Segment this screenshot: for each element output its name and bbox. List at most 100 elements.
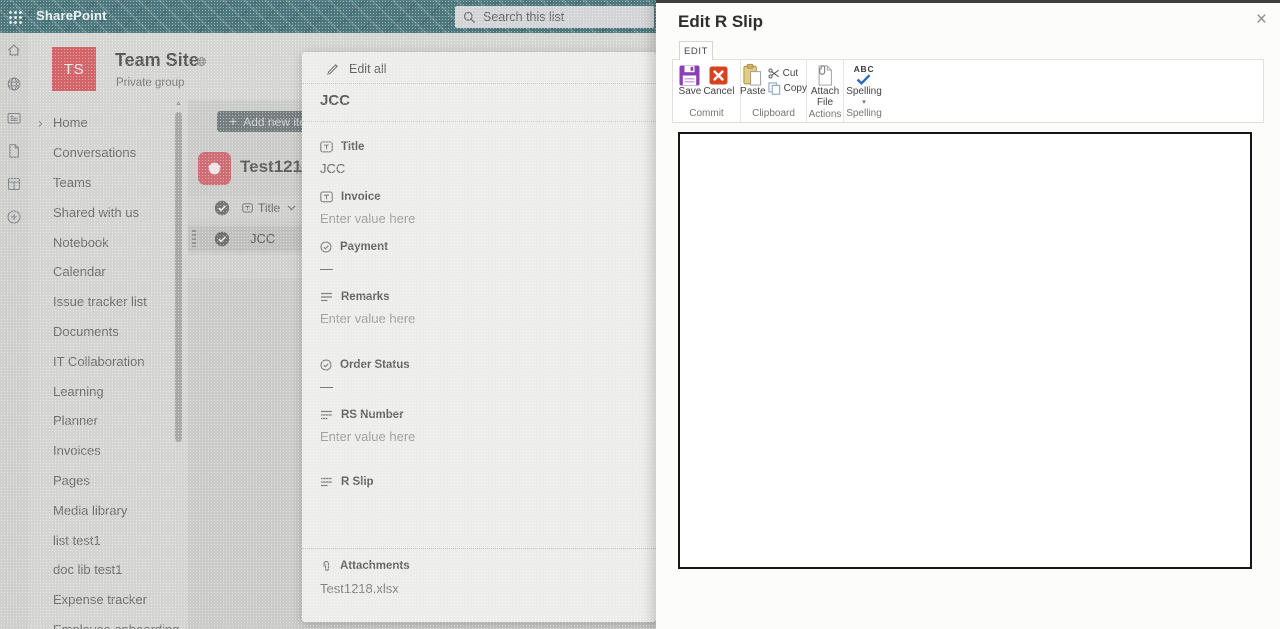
document-icon[interactable] — [6, 143, 22, 159]
sidebar-item-calendar[interactable]: Calendar — [28, 257, 188, 287]
field-payment-value[interactable]: — — [320, 261, 642, 276]
field-r-slip: R Slip — [320, 475, 642, 496]
ribbon-group-clipboard: Paste Cut Copy Clipboard — [740, 60, 807, 122]
sidebar-item-teams[interactable]: Teams — [28, 168, 188, 198]
sidebar-item-invoices[interactable]: Invoices — [28, 436, 188, 466]
item-heading: JCC — [320, 92, 351, 109]
item-detail-panel: Edit all JCC Title JCC Invoice Enter val… — [302, 52, 656, 622]
home-icon[interactable] — [6, 42, 22, 58]
copy-icon — [768, 82, 781, 95]
globe-icon[interactable] — [6, 76, 22, 92]
ribbon-group-spelling: ABC Spelling ▾ Spelling — [844, 60, 884, 122]
group-label-actions: Actions — [808, 109, 842, 120]
app-launcher-icon[interactable] — [8, 10, 22, 24]
edit-r-slip-dialog: Edit R Slip × EDIT Save Cancel Commit Pa… — [656, 0, 1280, 629]
site-title[interactable]: Team Site — [115, 50, 199, 71]
sidebar-item-learning[interactable]: Learning — [28, 376, 188, 406]
copy-button[interactable]: Copy — [768, 82, 807, 95]
save-button[interactable]: Save — [679, 63, 701, 107]
sidebar-item-media-library[interactable]: Media library — [28, 495, 188, 525]
sidebar-item-list-test1[interactable]: list test1 — [28, 525, 188, 555]
sidebar-item-shared-with-us[interactable]: Shared with us — [28, 197, 188, 227]
sidebar-item-documents[interactable]: Documents — [28, 317, 188, 347]
chevron-right-icon: › — [38, 114, 43, 131]
sidebar-nav: › Home Conversations Teams Shared with us… — [28, 100, 188, 629]
notebook-icon[interactable] — [6, 176, 22, 192]
ribbon-group-commit: Save Cancel Commit — [673, 60, 741, 122]
field-title-value[interactable]: JCC — [320, 161, 642, 176]
cancel-button[interactable]: Cancel — [703, 63, 734, 107]
text-field-icon — [320, 141, 333, 153]
group-label-spelling: Spelling — [846, 108, 882, 119]
screen: SharePoint Search this list TS Team Site… — [0, 0, 1280, 629]
field-order-status-value[interactable]: — — [320, 379, 642, 394]
group-label-commit: Commit — [689, 108, 724, 119]
paste-button[interactable]: Paste — [740, 63, 766, 107]
multiline-field-icon — [320, 292, 333, 303]
sidebar-item-notebook[interactable]: Notebook — [28, 227, 188, 257]
dialog-title: Edit R Slip — [678, 12, 763, 31]
site-logo[interactable]: TS — [52, 47, 96, 91]
add-icon[interactable] — [6, 209, 22, 225]
search-input[interactable]: Search this list — [455, 6, 654, 28]
rslip-editor-area[interactable] — [678, 132, 1252, 569]
dropdown-arrow-icon: ▾ — [862, 98, 866, 106]
sidebar-item-conversations[interactable]: Conversations — [28, 138, 188, 168]
close-icon[interactable]: × — [1256, 10, 1267, 29]
sidebar-item-home[interactable]: › Home — [28, 108, 188, 138]
field-invoice-input[interactable]: Enter value here — [320, 211, 642, 226]
field-remarks-input[interactable]: Enter value here — [320, 311, 642, 326]
tab-edit[interactable]: EDIT — [679, 41, 713, 60]
field-attachments: Attachments Test1218.xlsx — [320, 559, 642, 596]
news-icon[interactable] — [6, 110, 22, 126]
attachment-file-link[interactable]: Test1218.xlsx — [320, 581, 642, 596]
field-rs-number: RS Number Enter value here — [320, 408, 642, 444]
sidebar-item-issue-tracker-list[interactable]: Issue tracker list — [28, 287, 188, 317]
select-all-icon[interactable] — [214, 200, 230, 216]
spelling-icon: ABC — [854, 63, 875, 87]
sidebar-item-doc-lib-test1[interactable]: doc lib test1 — [28, 555, 188, 585]
choice-field-icon — [320, 359, 332, 371]
sidebar-item-employee-onboarding[interactable]: Employee onboarding — [28, 615, 188, 629]
chevron-down-icon — [287, 205, 296, 211]
field-invoice: Invoice Enter value here — [320, 190, 642, 226]
sidebar-item-planner[interactable]: Planner — [28, 406, 188, 436]
text-column-icon — [242, 202, 253, 213]
divider — [302, 121, 656, 122]
paste-icon — [742, 63, 763, 87]
field-remarks: Remarks Enter value here — [320, 290, 642, 326]
multiline-field-icon — [320, 410, 333, 421]
sidebar-item-expense-tracker[interactable]: Expense tracker — [28, 585, 188, 615]
plus-icon: + — [229, 113, 238, 129]
sidebar-item-pages[interactable]: Pages — [28, 466, 188, 496]
row-selected-icon[interactable] — [214, 231, 230, 247]
text-field-icon — [320, 191, 333, 203]
dialog-top-strip — [656, 0, 1280, 3]
sidebar-scrollbar[interactable] — [175, 112, 182, 442]
attach-file-icon — [815, 63, 835, 87]
field-payment: Payment — — [320, 240, 642, 276]
paperclip-icon — [320, 560, 332, 573]
search-placeholder: Search this list — [483, 10, 565, 24]
field-title: Title JCC — [320, 140, 642, 176]
field-rs-number-input[interactable]: Enter value here — [320, 429, 642, 444]
pencil-icon — [326, 63, 339, 76]
divider — [302, 548, 656, 549]
attach-file-button[interactable]: Attach File — [807, 63, 843, 108]
cancel-icon — [709, 63, 728, 87]
spelling-button[interactable]: ABC Spelling ▾ — [846, 63, 882, 107]
cut-button[interactable]: Cut — [768, 68, 807, 79]
site-members-icon — [196, 54, 207, 72]
group-label-clipboard: Clipboard — [752, 108, 795, 119]
sidebar-item-it-collaboration[interactable]: IT Collaboration — [28, 346, 188, 376]
row-title: JCC — [250, 231, 276, 246]
choice-field-icon — [320, 241, 332, 253]
drag-handle-icon[interactable] — [192, 230, 196, 247]
sharepoint-brand: SharePoint — [36, 8, 107, 23]
ribbon: Save Cancel Commit Paste Cut Copy Clipbo… — [672, 59, 1264, 123]
scrollbar-up-icon[interactable]: ▲ — [174, 100, 183, 107]
edit-all-button[interactable]: Edit all — [326, 62, 387, 76]
divider — [302, 83, 656, 84]
site-privacy-label: Private group — [116, 77, 185, 89]
list-icon — [198, 152, 231, 185]
